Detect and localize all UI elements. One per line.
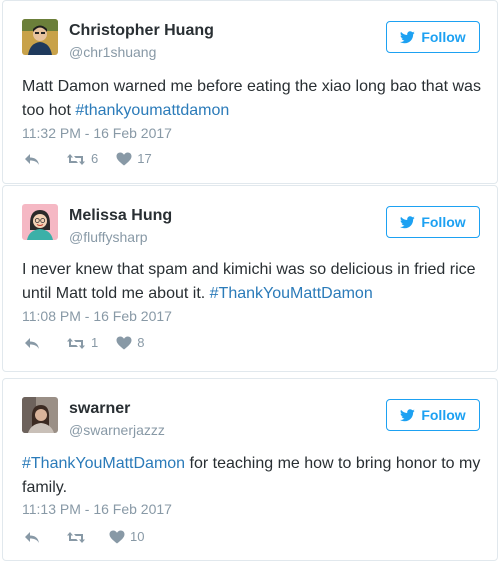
retweet-count: 1	[91, 335, 99, 350]
reply-button[interactable]	[24, 337, 40, 350]
retweet-icon	[67, 153, 85, 165]
retweet-button[interactable]	[66, 531, 91, 544]
user-handle[interactable]: @swarnerjazzz	[69, 422, 165, 438]
like-count: 8	[137, 335, 145, 350]
follow-button[interactable]: Follow	[386, 21, 480, 53]
twitter-bird-icon	[400, 215, 416, 228]
follow-label: Follow	[421, 29, 466, 45]
reply-button[interactable]	[24, 153, 40, 166]
avatar[interactable]	[22, 19, 58, 55]
avatar-image	[22, 397, 58, 433]
display-name[interactable]: swarner	[69, 400, 130, 418]
reply-icon	[25, 153, 39, 165]
heart-icon	[116, 336, 132, 350]
tweet-actions: 6 17	[24, 151, 152, 167]
retweet-button[interactable]: 1	[66, 335, 98, 351]
user-handle[interactable]: @fluffysharp	[69, 229, 148, 245]
twitter-bird-icon	[400, 408, 416, 421]
like-button[interactable]: 17	[116, 151, 152, 167]
display-name[interactable]: Christopher Huang	[69, 22, 214, 40]
heart-icon	[116, 152, 132, 166]
timestamp[interactable]: 11:32 PM - 16 Feb 2017	[22, 125, 172, 141]
like-count: 10	[130, 529, 145, 544]
tweet-text: #ThankYouMattDamon for teaching me how t…	[22, 452, 483, 500]
hashtag-link[interactable]: #ThankYouMattDamon	[22, 455, 185, 472]
tweet-card: swarner @swarnerjazzz Follow #ThankYouMa…	[2, 378, 498, 561]
tweet-text: I never knew that spam and kimichi was s…	[22, 258, 483, 306]
retweet-icon	[67, 337, 85, 349]
twitter-bird-icon	[400, 30, 416, 43]
tweet-card: Christopher Huang @chr1shuang Follow Mat…	[2, 0, 498, 184]
tweet-actions: 1 8	[24, 335, 144, 351]
avatar[interactable]	[22, 397, 58, 433]
reply-button[interactable]	[24, 531, 40, 544]
follow-label: Follow	[421, 407, 466, 423]
avatar-image	[22, 204, 58, 240]
display-name[interactable]: Melissa Hung	[69, 207, 172, 225]
follow-button[interactable]: Follow	[386, 206, 480, 238]
avatar-image	[22, 19, 58, 55]
retweet-button[interactable]: 6	[66, 151, 98, 167]
like-button[interactable]: 8	[116, 335, 144, 351]
retweet-icon	[67, 531, 85, 543]
hashtag-link[interactable]: #thankyoumattdamon	[75, 102, 229, 119]
hashtag-link[interactable]: #ThankYouMattDamon	[210, 285, 373, 302]
retweet-count: 6	[91, 151, 99, 166]
like-button[interactable]: 10	[109, 529, 144, 545]
reply-icon	[25, 531, 39, 543]
tweet-actions: 10	[24, 529, 144, 545]
timestamp[interactable]: 11:13 PM - 16 Feb 2017	[22, 501, 172, 517]
heart-icon	[109, 530, 125, 544]
tweet-card: Melissa Hung @fluffysharp Follow I never…	[2, 185, 498, 372]
tweet-text: Matt Damon warned me before eating the x…	[22, 75, 483, 123]
follow-button[interactable]: Follow	[386, 399, 480, 431]
avatar[interactable]	[22, 204, 58, 240]
user-handle[interactable]: @chr1shuang	[69, 44, 156, 60]
timestamp[interactable]: 11:08 PM - 16 Feb 2017	[22, 308, 172, 324]
like-count: 17	[137, 151, 152, 166]
reply-icon	[25, 337, 39, 349]
follow-label: Follow	[421, 214, 466, 230]
